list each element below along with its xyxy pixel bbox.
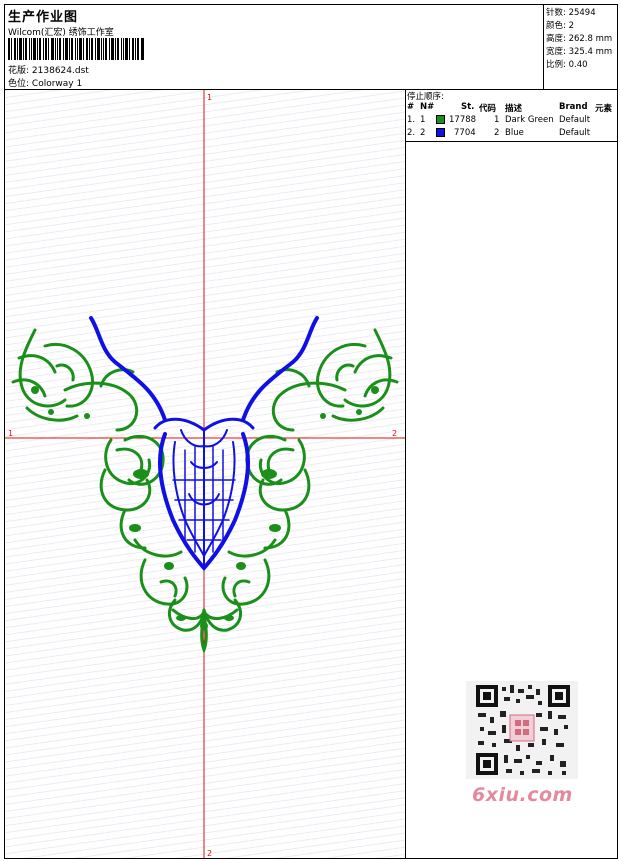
colorway-line: 色位: Colorway 1 (8, 76, 82, 89)
col-num-header: # (407, 102, 415, 112)
colorway-label: 色位: (8, 79, 30, 89)
page-title: 生产作业图 (8, 10, 79, 25)
axis-label-right: 2 (392, 429, 397, 438)
worksheet-header: 生产作业图 Wilcom(汇宏) 绣饰工作室 花版: 2138624.dst 色… (5, 5, 617, 90)
col-needle-header: N# (420, 102, 435, 112)
col-desc-header: 描述 (505, 104, 523, 114)
design-file-name: 2138624.dst (31, 66, 89, 76)
stop-sequence-title: 停止顺序: (407, 92, 444, 102)
studio-subtitle: Wilcom(汇宏) 绣饰工作室 (8, 28, 114, 38)
site-watermark: 6xiu.com (472, 784, 573, 806)
stat-colors: 颜色: 2 (546, 21, 574, 31)
colorway-name: Colorway 1 (31, 79, 83, 89)
color-swatch-dark-green (436, 115, 445, 124)
stat-width: 宽度: 325.4 mm (546, 47, 613, 57)
color-swatch-blue (436, 128, 445, 137)
col-stitches-header: St. (461, 102, 475, 112)
stat-stitches: 针数: 25494 (546, 8, 596, 18)
design-preview-canvas: 1 2 1 2 (5, 90, 406, 858)
col-element-header: 元素 (595, 104, 613, 114)
barcode (8, 38, 144, 60)
stat-height: 高度: 262.8 mm (546, 34, 613, 44)
qr-code (466, 681, 578, 779)
axis-label-bottom: 2 (207, 849, 212, 858)
panel-divider (406, 141, 617, 142)
col-code-header: 代码 (479, 104, 497, 114)
embroidery-design: 1 2 1 2 (5, 90, 405, 858)
design-stats: 针数: 25494 颜色: 2 高度: 262.8 mm 宽度: 325.4 m… (543, 5, 617, 89)
stat-scale: 比例: 0.40 (546, 60, 588, 70)
axis-label-left: 1 (8, 429, 13, 438)
axis-label-top: 1 (207, 93, 212, 102)
design-file-line: 花版: 2138624.dst (8, 63, 89, 76)
col-brand-header: Brand (559, 102, 588, 112)
design-file-label: 花版: (8, 66, 30, 76)
